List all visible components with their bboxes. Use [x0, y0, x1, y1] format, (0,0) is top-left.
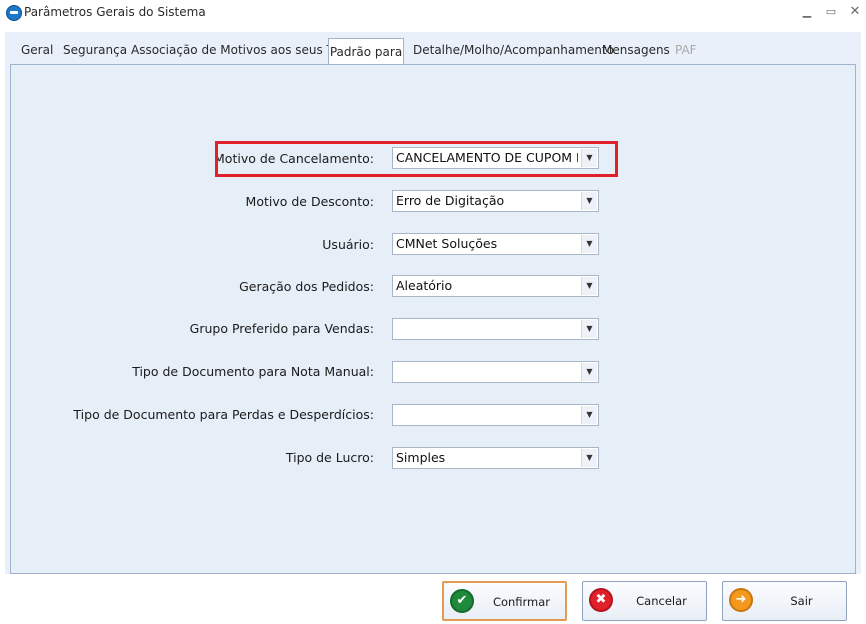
- combo-value: Simples: [396, 450, 446, 465]
- tab-padrao-para[interactable]: Padrão para: [328, 38, 404, 64]
- combo-value: [396, 319, 578, 339]
- tab-strip: Geral Segurança Associação de Motivos ao…: [5, 32, 861, 64]
- confirm-button[interactable]: ✔ Confirmar: [442, 581, 567, 621]
- chevron-down-icon[interactable]: ▼: [581, 235, 597, 253]
- motivo-desconto-select[interactable]: Erro de Digitação ▼: [392, 190, 599, 212]
- combo-value: [396, 405, 578, 425]
- exit-button[interactable]: ➜ Sair: [722, 581, 847, 621]
- cancel-button[interactable]: ✖ Cancelar: [582, 581, 707, 621]
- chevron-down-icon[interactable]: ▼: [581, 363, 597, 381]
- tab-panel: Motivo de Cancelamento: CANCELAMENTO DE …: [10, 64, 856, 574]
- close-icon[interactable]: ✕: [844, 3, 866, 21]
- chevron-down-icon[interactable]: ▼: [581, 406, 597, 424]
- check-icon: ✔: [450, 589, 474, 613]
- chevron-down-icon[interactable]: ▼: [581, 449, 597, 467]
- tab-geral[interactable]: Geral: [21, 40, 53, 60]
- tab-mensagens[interactable]: Mensagens: [602, 40, 670, 60]
- chevron-down-icon[interactable]: ▼: [581, 192, 597, 210]
- field-label-usuario: Usuário:: [322, 237, 374, 252]
- combo-value: CMNet Soluções: [396, 236, 498, 251]
- grupo-preferido-select[interactable]: ▼: [392, 318, 599, 340]
- field-label-tipo-documento-nota: Tipo de Documento para Nota Manual:: [132, 364, 374, 379]
- highlight-box: [215, 141, 618, 177]
- window-title: Parâmetros Gerais do Sistema: [24, 5, 206, 19]
- exit-arrow-icon: ➜: [729, 588, 753, 612]
- app-icon: [6, 5, 22, 21]
- combo-value: Erro de Digitação: [396, 193, 505, 208]
- field-label-grupo-preferido: Grupo Preferido para Vendas:: [189, 321, 374, 336]
- tab-associacao-motivos[interactable]: Associação de Motivos aos seus Tipos: [131, 40, 358, 60]
- confirm-label: Confirmar: [492, 595, 551, 609]
- usuario-select[interactable]: CMNet Soluções ▼: [392, 233, 599, 255]
- chevron-down-icon[interactable]: ▼: [581, 277, 597, 295]
- combo-value: Aleatório: [396, 278, 453, 293]
- tipo-documento-nota-select[interactable]: ▼: [392, 361, 599, 383]
- field-label-tipo-documento-perdas: Tipo de Documento para Perdas e Desperdí…: [73, 407, 374, 422]
- tipo-lucro-select[interactable]: Simples ▼: [392, 447, 599, 469]
- maximize-icon[interactable]: ▭: [820, 3, 842, 21]
- tab-seguranca[interactable]: Segurança: [63, 40, 127, 60]
- x-circle-icon: ✖: [589, 588, 613, 612]
- tipo-documento-perdas-select[interactable]: ▼: [392, 404, 599, 426]
- title-bar: Parâmetros Gerais do Sistema ▁ ▭ ✕: [0, 0, 866, 26]
- field-label-geracao-pedidos: Geração dos Pedidos:: [239, 279, 374, 294]
- combo-value: [396, 362, 578, 382]
- geracao-pedidos-select[interactable]: Aleatório ▼: [392, 275, 599, 297]
- tab-paf: PAF: [675, 43, 697, 57]
- field-label-motivo-desconto: Motivo de Desconto:: [245, 194, 374, 209]
- minimize-icon[interactable]: ▁: [796, 3, 818, 21]
- exit-label: Sair: [790, 594, 813, 608]
- tab-detalhe-molho[interactable]: Detalhe/Molho/Acompanhamento: [413, 40, 614, 60]
- chevron-down-icon[interactable]: ▼: [581, 320, 597, 338]
- dialog-body: Geral Segurança Associação de Motivos ao…: [5, 32, 861, 574]
- field-label-tipo-lucro: Tipo de Lucro:: [285, 450, 374, 465]
- cancel-label: Cancelar: [636, 594, 687, 608]
